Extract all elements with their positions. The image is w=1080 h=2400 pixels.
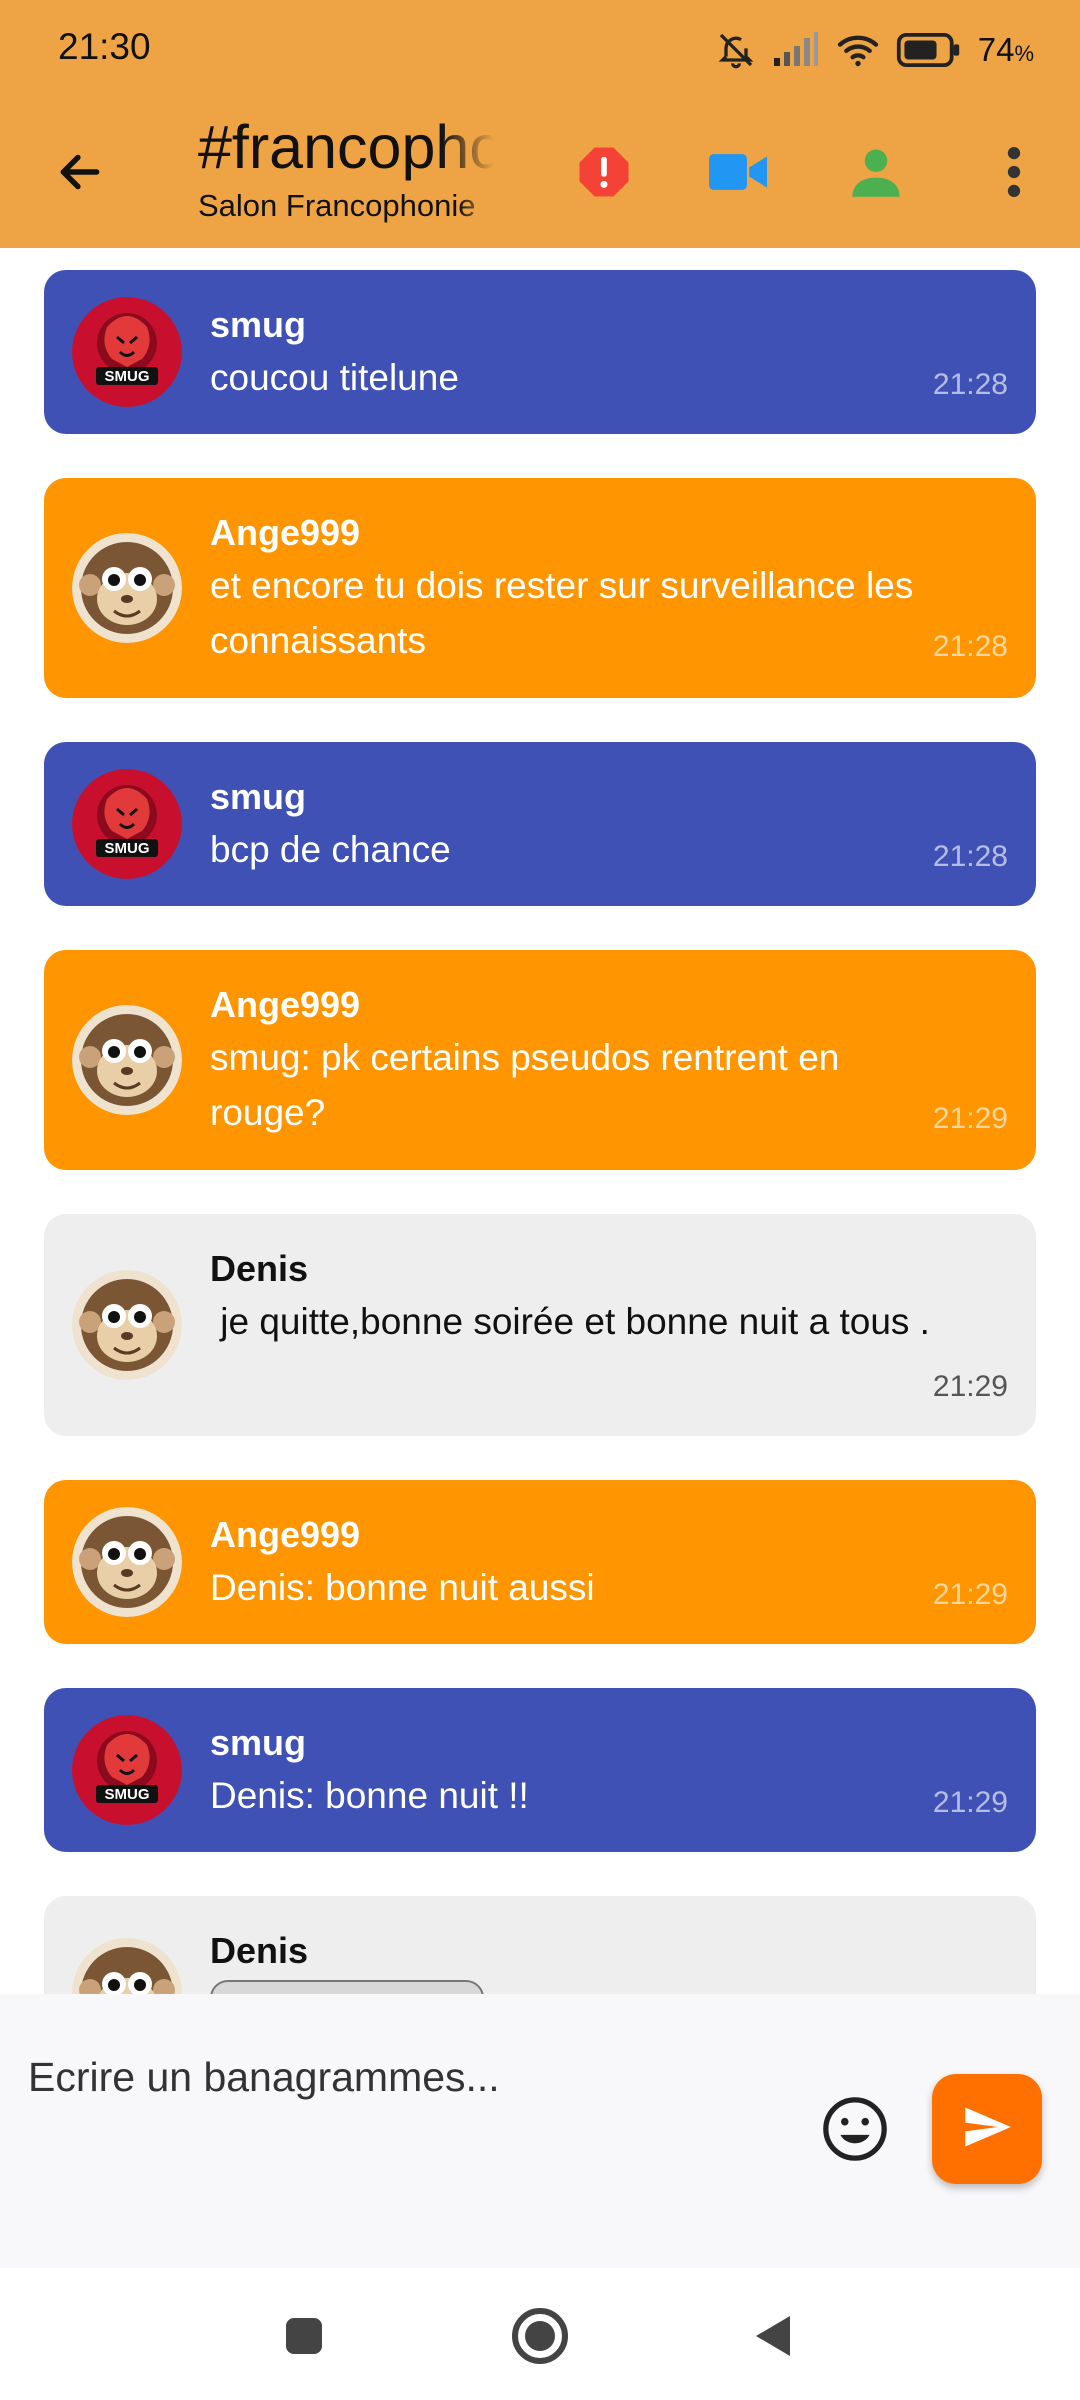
message-text: bcp de chance [210,829,451,870]
user-button[interactable] [836,134,916,214]
system-nav-bar [0,2268,1080,2400]
message-item[interactable]: Ange999 et encore tu dois rester sur sur… [44,478,1036,698]
monkey-avatar[interactable] [72,1270,182,1380]
signal-icon [772,32,820,68]
message-time: 21:28 [932,630,1008,663]
back-button[interactable] [40,134,120,214]
message-text: Denis: bonne nuit !! [210,1775,529,1816]
wifi-icon [836,32,880,68]
message-time: 21:29 [932,1578,1008,1611]
lion-avatar[interactable] [72,297,182,407]
emoji-icon[interactable] [820,2094,890,2164]
video-call-icon [709,150,767,199]
user-icon [849,145,903,204]
message-text: et encore tu dois rester sur surveillanc… [210,565,914,661]
home-circle-icon[interactable] [500,2296,580,2376]
back-arrow-icon [55,147,105,202]
message-composer: Ecrire un banagrammes... [0,1994,1080,2268]
message-text: coucou titelune [210,357,459,398]
message-author[interactable]: smug [210,1722,306,1764]
more-vert-icon [1006,146,1022,203]
message-author[interactable]: Denis [210,1930,308,1972]
message-author[interactable]: Ange999 [210,512,360,554]
status-icons: 74% [716,26,1034,74]
message-author[interactable]: Ange999 [210,984,360,1026]
message-time: 21:29 [932,1370,1008,1403]
message-attachment[interactable] [210,1980,484,1994]
message-author[interactable]: Denis [210,1248,308,1290]
monkey-avatar[interactable] [72,533,182,643]
message-item[interactable]: smug bcp de chance 21:28 [44,742,1036,906]
message-item[interactable]: smug Denis: bonne nuit !! 21:29 [44,1688,1036,1852]
back-triangle-icon[interactable] [734,2296,814,2376]
lion-avatar[interactable] [72,769,182,879]
message-time: 21:29 [932,1102,1008,1135]
room-title-block[interactable]: #francophonie Salon Francophonie [198,112,494,226]
monkey-avatar[interactable] [72,1507,182,1617]
monkey-avatar[interactable] [72,1938,182,1994]
message-item[interactable]: Denis [44,1896,1036,1994]
battery-percent: 74% [977,31,1034,68]
send-button[interactable] [932,2074,1042,2184]
message-time: 21:28 [932,840,1008,873]
message-item[interactable]: Ange999 smug: pk certains pseudos rentre… [44,950,1036,1170]
message-text: je quitte,bonne soirée et bonne nuit a t… [210,1301,930,1342]
message-item[interactable]: Ange999 Denis: bonne nuit aussi 21:29 [44,1480,1036,1644]
message-item[interactable]: Denis je quitte,bonne soirée et bonne nu… [44,1214,1036,1436]
message-author[interactable]: Ange999 [210,1514,360,1556]
message-author[interactable]: smug [210,304,306,346]
alert-button[interactable] [564,134,644,214]
room-subtitle: Salon Francophonie [198,188,476,223]
message-input[interactable]: Ecrire un banagrammes... [28,2054,500,2101]
message-item[interactable]: smug coucou titelune 21:28 [44,270,1036,434]
battery-icon [896,33,962,67]
send-icon [961,2101,1013,2158]
lion-avatar[interactable] [72,1715,182,1825]
message-text: smug: pk certains pseudos rentrent en ro… [210,1037,840,1133]
recents-square-icon[interactable] [264,2296,344,2376]
alert-icon [576,144,632,205]
bell-muted-icon [716,30,756,70]
message-list[interactable]: SMUG smug coucou titelune 21:28 Ange999 … [0,248,1080,1994]
message-author[interactable]: smug [210,776,306,818]
status-time: 21:30 [58,26,151,67]
message-time: 21:28 [932,368,1008,401]
message-time: 21:29 [932,1786,1008,1819]
more-options-button[interactable] [974,134,1054,214]
room-title: #francophonie [198,113,494,181]
message-text: Denis: bonne nuit aussi [210,1567,595,1608]
video-call-button[interactable] [698,134,778,214]
monkey-avatar[interactable] [72,1005,182,1115]
app-bar: 21:30 74% #francopho Salon Francophonie [0,0,1080,248]
